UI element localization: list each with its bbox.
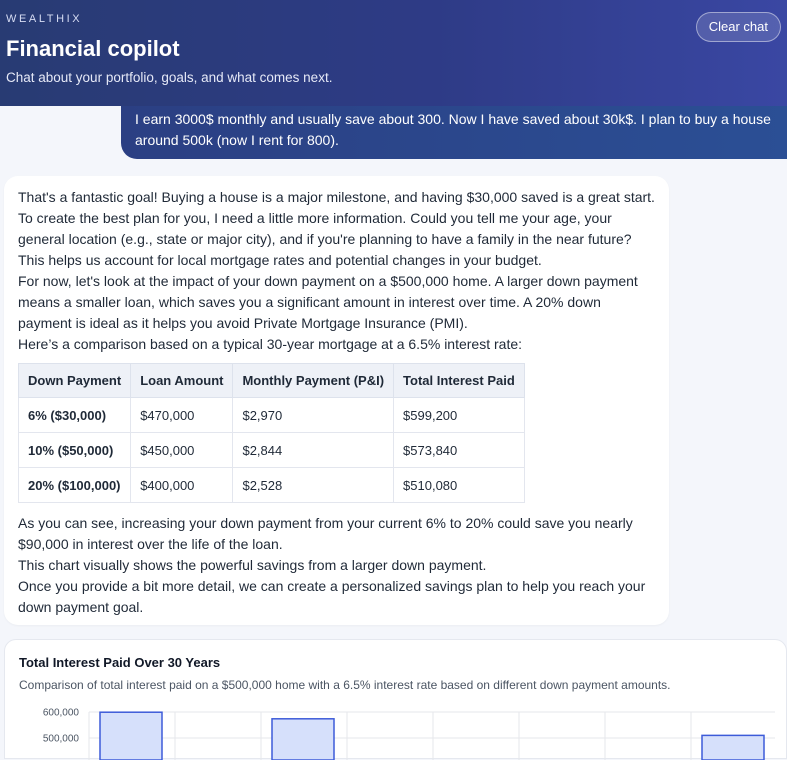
- assistant-paragraph: Once you provide a bit more detail, we c…: [18, 578, 646, 615]
- brand-name: WEALTHIX: [6, 13, 83, 25]
- table-cell: $2,844: [232, 432, 395, 468]
- table-cell: $450,000: [130, 432, 234, 468]
- assistant-paragraph: This chart visually shows the powerful s…: [18, 557, 487, 573]
- table-header-row: Down Payment Loan Amount Monthly Payment…: [17, 363, 525, 398]
- table-cell: $599,200: [393, 397, 525, 433]
- table-row: 20% ($100,000) $400,000 $2,528 $510,080: [17, 467, 525, 503]
- user-message-text: I earn 3000$ monthly and usually save ab…: [135, 111, 771, 148]
- assistant-paragraph: That's a fantastic goal! Buying a house …: [18, 189, 655, 268]
- app-header: WEALTHIX Financial copilot Chat about yo…: [0, 0, 787, 106]
- clear-chat-button[interactable]: Clear chat: [695, 12, 781, 42]
- chart-bar: [99, 711, 163, 760]
- chart-card: Total Interest Paid Over 30 Years Compar…: [4, 639, 787, 760]
- page-subtitle: Chat about your portfolio, goals, and wh…: [6, 70, 333, 85]
- column-header: Loan Amount: [130, 363, 234, 398]
- y-tick-label: 500,000: [43, 734, 80, 745]
- table-cell: 6% ($30,000): [17, 397, 132, 433]
- interest-bar-chart: 600,000 500,000: [43, 708, 775, 760]
- assistant-message-bubble: That's a fantastic goal! Buying a house …: [4, 176, 669, 625]
- assistant-paragraph: Here’s a comparison based on a typical 3…: [18, 336, 523, 352]
- page-title: Financial copilot: [6, 36, 180, 61]
- assistant-paragraph: As you can see, increasing your down pay…: [18, 515, 633, 552]
- comparison-table: Down Payment Loan Amount Monthly Payment…: [17, 363, 525, 503]
- table-cell: $470,000: [130, 397, 234, 433]
- y-tick-label: 600,000: [43, 708, 80, 719]
- table-row: 10% ($50,000) $450,000 $2,844 $573,840: [17, 432, 525, 468]
- table-cell: 10% ($50,000): [17, 432, 132, 468]
- table-cell: $400,000: [130, 467, 234, 503]
- table-cell: $2,528: [232, 467, 395, 503]
- column-header: Monthly Payment (P&I): [232, 363, 395, 398]
- column-header: Total Interest Paid: [393, 363, 525, 398]
- table-cell: $2,970: [232, 397, 395, 433]
- table-row: 6% ($30,000) $470,000 $2,970 $599,200: [17, 397, 525, 433]
- chart-bar: [271, 718, 335, 760]
- assistant-paragraph: For now, let's look at the impact of you…: [18, 273, 638, 331]
- user-message-bubble: I earn 3000$ monthly and usually save ab…: [121, 106, 787, 159]
- table-cell: 20% ($100,000): [17, 467, 132, 503]
- table-cell: $510,080: [393, 467, 525, 503]
- table-cell: $573,840: [393, 432, 525, 468]
- column-header: Down Payment: [17, 363, 132, 398]
- chart-bar: [701, 734, 765, 760]
